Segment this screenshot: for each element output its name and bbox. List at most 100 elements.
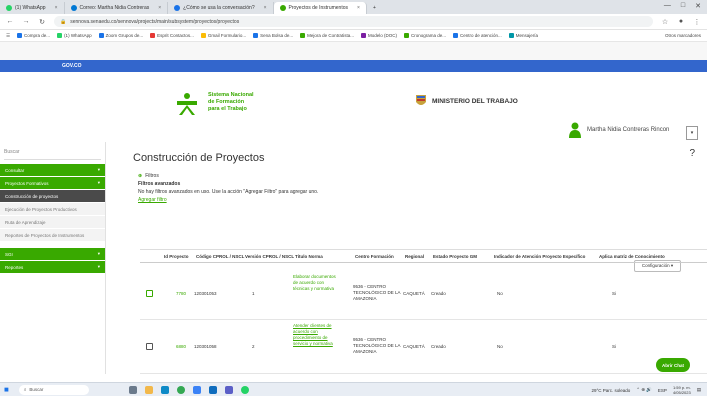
bookmark[interactable]: Esprit Contactos...: [150, 33, 194, 38]
close-window-icon[interactable]: ✕: [695, 2, 701, 10]
bookmark[interactable]: Sena Bolsa de...: [253, 33, 293, 38]
row-codigo: 120301058: [194, 344, 217, 349]
close-tab-icon[interactable]: ×: [55, 5, 58, 11]
sidebar-item-construccion[interactable]: Construcción de proyectos: [0, 190, 105, 202]
tab-correo[interactable]: Correo: Martha Nidia Contreras ×: [65, 2, 169, 14]
bookmark[interactable]: Modelo (DOC): [360, 33, 397, 38]
forward-icon[interactable]: →: [22, 18, 30, 25]
tray-icons[interactable]: ⌃ ⊕ 🔊: [636, 387, 652, 393]
file-explorer-icon[interactable]: [144, 385, 153, 394]
row-checkbox[interactable]: [146, 343, 153, 350]
col-matriz[interactable]: Aplica matriz de Conocimiento: [597, 254, 667, 259]
menu-icon[interactable]: ⋮: [693, 18, 701, 26]
bookmark-label: Cronograma de...: [410, 33, 446, 38]
row-id[interactable]: 6880: [176, 344, 186, 350]
teams-icon[interactable]: [224, 385, 233, 394]
address-input[interactable]: 🔒 sennova.senaedu.co/sennova/projects/ma…: [54, 16, 653, 27]
open-chat-button[interactable]: Abrir Chat: [656, 358, 690, 372]
maximize-icon[interactable]: □: [681, 2, 685, 10]
col-centro[interactable]: Centro Formación: [353, 254, 396, 259]
minimize-icon[interactable]: —: [664, 2, 671, 10]
search-icon: ⌕: [23, 387, 27, 392]
col-indicador[interactable]: Indicador de Atención Proyecto Específic…: [492, 254, 587, 259]
taskbar-search-input[interactable]: ⌕ Buscar: [18, 384, 89, 395]
bookmark-label: Otros marcadores: [664, 33, 701, 38]
sidebar-item-reportes-proyectos[interactable]: Reportes de Proyectos de Instrumentos: [0, 229, 105, 241]
row-id[interactable]: 7780: [176, 291, 186, 297]
bookmark[interactable]: Compra de...: [17, 33, 50, 38]
sena-logo[interactable]: [173, 92, 201, 116]
reload-icon[interactable]: ↻: [38, 18, 46, 26]
sidebar-item-consultar[interactable]: Consultar ▾: [0, 164, 105, 176]
sidebar-search-input[interactable]: Buscar: [4, 146, 101, 160]
sidebar-item-ruta[interactable]: Ruta de Aprendizaje: [0, 216, 105, 228]
row-estado: Creado: [431, 344, 446, 349]
lang-indicator[interactable]: ESP: [658, 388, 667, 393]
close-tab-icon[interactable]: ×: [158, 5, 161, 11]
tab-proyectos[interactable]: Proyectos de Instrumentos ×: [273, 2, 367, 14]
sidebar-item-proyectos-formativos[interactable]: Proyectos Formativos ▾: [0, 177, 105, 189]
chevron-down-icon: ▾: [97, 180, 100, 185]
windows-start-icon[interactable]: ■: [4, 385, 9, 394]
weather-text[interactable]: 29°C Parc. soleado: [591, 388, 630, 393]
col-version[interactable]: Versión CPROL / NSCL: [243, 254, 296, 259]
user-info[interactable]: Martha Nidia Contreras Rincon: [569, 122, 669, 138]
tab-conversacion[interactable]: ¿Cómo se usa la conversación? ×: [168, 2, 274, 14]
bookmark[interactable]: Cronograma de...: [403, 33, 446, 38]
bookmark-label: Gmail Formulario...: [207, 33, 247, 38]
chevron-down-icon: ▾: [97, 251, 100, 256]
tab-label: Correo: Martha Nidia Contreras: [79, 5, 150, 11]
col-regional[interactable]: Regional: [403, 254, 426, 259]
task-view-icon[interactable]: [128, 385, 137, 394]
profile-icon[interactable]: ●: [677, 18, 685, 25]
close-tab-icon[interactable]: ×: [264, 5, 267, 11]
apps-icon[interactable]: ☰: [6, 33, 10, 39]
star-icon[interactable]: ☆: [661, 18, 669, 26]
close-tab-icon[interactable]: ×: [357, 5, 360, 11]
sena-line: para el Trabajo: [208, 106, 247, 112]
clock[interactable]: 1:59 p. m. 4/05/2023: [673, 385, 691, 395]
mail-icon[interactable]: [208, 385, 217, 394]
bookmark[interactable]: Mensajería: [508, 33, 538, 38]
row-checkbox[interactable]: [146, 290, 153, 297]
other-bookmarks[interactable]: Otros marcadores: [665, 33, 701, 38]
bookmark[interactable]: (1) WhatsApp: [57, 33, 92, 38]
bookmark-label: Zoom Grupos de...: [105, 33, 144, 38]
whatsapp-taskbar-icon[interactable]: [240, 385, 249, 394]
new-tab-button[interactable]: +: [367, 2, 382, 14]
back-icon[interactable]: ←: [6, 18, 14, 25]
tab-label: (1) WhatsApp: [15, 5, 46, 11]
col-estado[interactable]: Estado Proyecto GM: [431, 254, 479, 259]
row-centro: 9536 - CENTRO TECNOLÓGICO DE LA AMAZONIA: [353, 284, 401, 301]
search-placeholder: Buscar: [4, 149, 20, 155]
user-menu-dropdown[interactable]: ▾: [686, 126, 698, 140]
store-icon[interactable]: [192, 385, 201, 394]
sidebar-item-sgi[interactable]: SGI ▾: [0, 248, 105, 260]
bookmark[interactable]: Zoom Grupos de...: [98, 33, 144, 38]
add-filter-link[interactable]: Agregar filtro: [138, 196, 318, 204]
col-id[interactable]: Id Proyecto: [162, 254, 191, 259]
chevron-down-icon: ▾: [97, 167, 100, 172]
filters-toggle[interactable]: ⊕ Filtros: [138, 172, 318, 180]
sidebar-item-reportes[interactable]: Reportes ▾: [0, 261, 105, 273]
chevron-down-icon: ▾: [97, 264, 100, 269]
edge-icon[interactable]: [160, 385, 169, 394]
chrome-icon[interactable]: [176, 385, 185, 394]
plus-icon: +: [372, 5, 376, 11]
clock-date: 4/05/2023: [672, 390, 691, 395]
sidebar-item-ejecucion[interactable]: Ejecución de Proyectos Productivos: [0, 203, 105, 215]
notifications-icon[interactable]: ▤: [697, 387, 701, 393]
col-codigo[interactable]: Código CPROL / NSCL: [194, 254, 246, 259]
help-icon[interactable]: ?: [689, 148, 695, 159]
bookmark[interactable]: Gmail Formulario...: [200, 33, 247, 38]
bookmark-label: Modelo (DOC): [367, 33, 397, 38]
sena-line: Sistema Nacional: [208, 92, 254, 98]
bookmark[interactable]: Centro de atención...: [453, 33, 502, 38]
bookmark-label: Centro de atención...: [460, 33, 502, 38]
col-titulo[interactable]: Título Norma: [293, 254, 325, 259]
ministerio-text: MINISTERIO DEL TRABAJO: [432, 97, 518, 105]
tab-whatsapp[interactable]: (1) WhatsApp ×: [0, 2, 65, 14]
gov-logo[interactable]: GOV.CO: [62, 63, 82, 69]
row-titulo[interactable]: Atender clientes de acuerdo con procedim…: [293, 323, 337, 347]
bookmark[interactable]: Mejora de Contratista...: [300, 33, 354, 38]
